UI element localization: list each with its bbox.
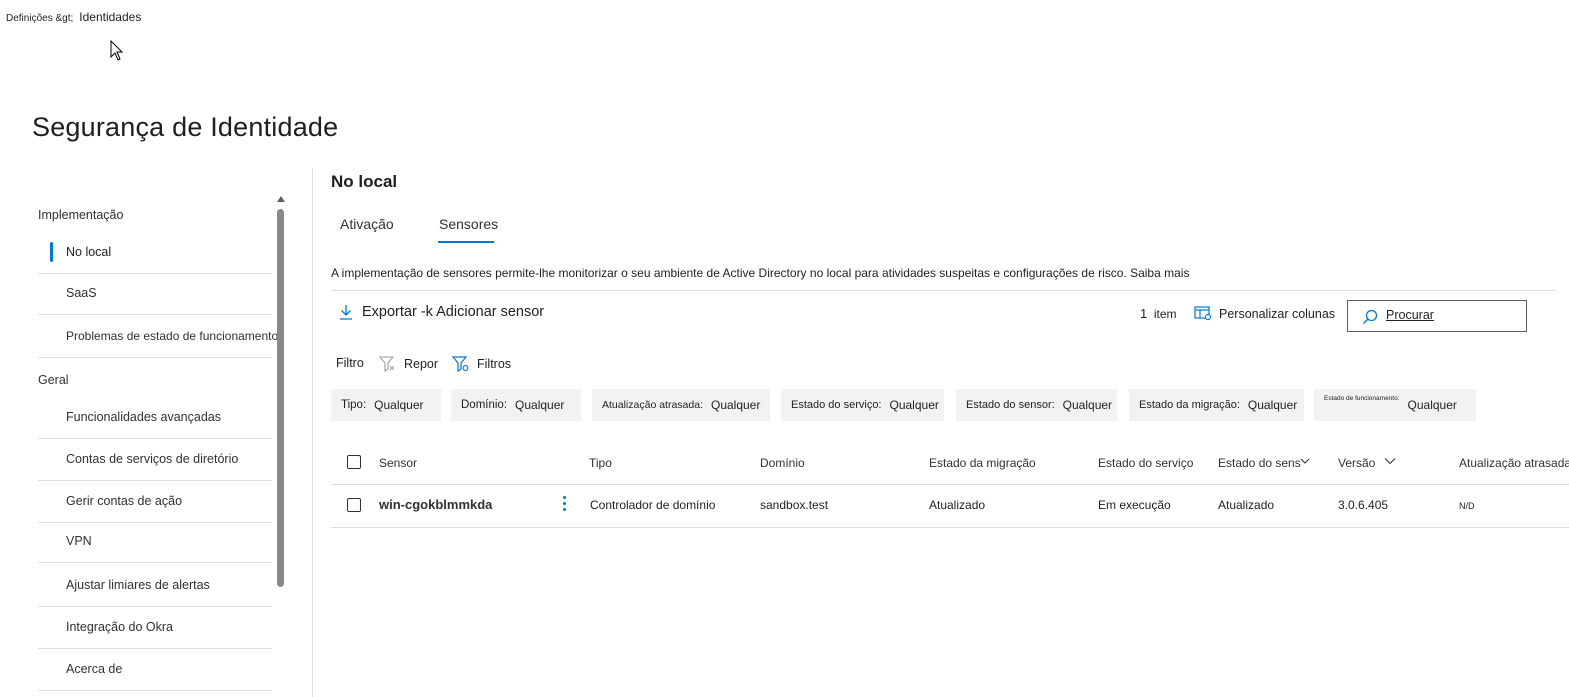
description-text: A implementação de sensores permite-lhe … xyxy=(331,266,1190,280)
filter-pill-estado-servico[interactable]: Estado do serviço: Qualquer xyxy=(781,389,944,421)
sidebar-item-label: SaaS xyxy=(66,286,97,300)
filter-pill-label: Atualização atrasada: xyxy=(602,399,703,411)
column-header-sensor[interactable]: Sensor xyxy=(379,456,417,470)
column-header-dominio[interactable]: Domínio xyxy=(760,456,805,470)
column-header-tipo[interactable]: Tipo xyxy=(589,456,612,470)
sidebar-item-label: VPN xyxy=(66,534,92,548)
column-header-versao[interactable]: Versão xyxy=(1338,456,1375,470)
sidebar-item-okra-integration[interactable]: Integração do Okra xyxy=(38,607,272,649)
sidebar-item-label: No local xyxy=(66,245,112,259)
filter-pill-estado-migracao[interactable]: Estado da migração: Qualquer xyxy=(1129,389,1304,421)
filter-pill-value: Qualquer xyxy=(1062,398,1113,412)
row-more-actions-icon[interactable] xyxy=(560,496,568,512)
cell-dominio: sandbox.test xyxy=(760,498,829,512)
reset-label: Repor xyxy=(404,357,439,371)
filters-button[interactable]: Filtros xyxy=(452,356,511,372)
sidebar-item-no-local[interactable]: No local xyxy=(38,232,272,274)
sidebar-item-vpn[interactable]: VPN xyxy=(38,521,272,563)
filter-pill-value: Qualquer xyxy=(889,398,939,412)
cell-estado-migracao: Atualizado xyxy=(929,498,986,512)
sidebar-item-health-issues[interactable]: Problemas de estado de funcionamento xyxy=(38,316,278,358)
customize-columns-button[interactable]: Personalizar colunas xyxy=(1194,306,1335,321)
filter-icon xyxy=(452,356,469,372)
reset-filters-button[interactable]: Repor xyxy=(379,356,438,372)
sidebar-item-alert-thresholds[interactable]: Ajustar limiares de alertas xyxy=(38,565,272,607)
filter-clear-icon xyxy=(379,356,395,372)
cell-estado-servico: Em execução xyxy=(1098,498,1171,512)
breadcrumb-parent-link[interactable]: Definições &gt; xyxy=(6,13,73,24)
filter-pill-label: Estado de funcionamento: xyxy=(1324,394,1400,402)
download-icon xyxy=(340,305,352,320)
customize-columns-label: Personalizar colunas xyxy=(1219,306,1336,321)
tab-sensores[interactable]: Sensores xyxy=(439,216,498,232)
filter-pill-label: Tipo: xyxy=(341,399,367,411)
row-divider xyxy=(331,527,1569,528)
sidebar-item-advanced-features[interactable]: Funcionalidades avançadas xyxy=(38,397,272,439)
sidebar-item-saas[interactable]: SaaS xyxy=(38,273,272,315)
filter-pill-dominio[interactable]: Domínio: Qualquer xyxy=(451,389,581,421)
tab-ativacao[interactable]: Ativação xyxy=(340,216,394,232)
breadcrumb: Definições &gt; Identidades xyxy=(6,10,141,24)
sidebar-item-label: Ajustar limiares de alertas xyxy=(66,578,210,592)
scroll-up-arrow-icon[interactable] xyxy=(277,196,285,202)
filter-pill-atualizacao-atrasada[interactable]: Atualização atrasada: Qualquer xyxy=(592,389,770,421)
search-icon xyxy=(1363,309,1378,324)
filter-pill-label: Domínio: xyxy=(461,399,508,411)
description-divider xyxy=(331,290,1555,291)
filter-pill-value: Qualquer xyxy=(374,398,424,412)
filter-pill-label: Estado do sensor: xyxy=(966,399,1055,411)
sidebar-item-action-accounts[interactable]: Gerir contas de ação xyxy=(38,481,272,523)
cell-atualizacao-atrasada: N/D xyxy=(1459,501,1475,511)
filter-pill-estado-funcionamento[interactable]: Estado de funcionamento: Qualquer xyxy=(1314,389,1476,421)
sidebar-item-about[interactable]: Acerca de xyxy=(38,649,272,691)
sidebar-item-label: Integração do Okra xyxy=(66,620,174,634)
sort-chevron-down-icon[interactable] xyxy=(1384,457,1396,465)
sidebar-item-label: Gerir contas de ação xyxy=(66,494,183,508)
item-count: 1 item xyxy=(1140,306,1177,321)
select-all-checkbox[interactable] xyxy=(347,455,361,469)
column-header-estado-servico[interactable]: Estado do serviço xyxy=(1098,456,1193,470)
export-add-label: Exportar -k Adicionar sensor xyxy=(362,304,545,320)
sidebar-item-label: Problemas de estado de funcionamento xyxy=(66,329,279,343)
search-input[interactable] xyxy=(1384,307,1518,323)
sidebar-item-label: Funcionalidades avançadas xyxy=(66,410,221,424)
column-header-atualizacao-atrasada[interactable]: Atualização atrasada xyxy=(1459,456,1569,470)
search-box[interactable] xyxy=(1347,300,1527,332)
sensor-name-link[interactable]: win-cgokblmmkda xyxy=(379,497,492,512)
sidebar-scrollbar-thumb[interactable] xyxy=(277,209,284,587)
row-checkbox[interactable] xyxy=(347,498,361,512)
cell-estado-sensor: Atualizado xyxy=(1218,498,1275,512)
nav-divider xyxy=(312,168,313,697)
item-count-label: item xyxy=(1153,307,1177,321)
filter-pill-tipo[interactable]: Tipo: Qualquer xyxy=(331,389,441,421)
filter-pill-label: Estado da migração: xyxy=(1139,399,1240,411)
sidebar-item-directory-accounts[interactable]: Contas de serviços de diretório xyxy=(38,439,272,481)
filter-pill-label: Estado do serviço: xyxy=(791,399,882,411)
section-title: No local xyxy=(331,172,398,191)
column-header-estado-migracao[interactable]: Estado da migração xyxy=(929,456,1036,470)
filter-pill-value: Qualquer xyxy=(710,398,761,412)
item-count-number: 1 xyxy=(1140,306,1148,321)
filter-pill-value: Qualquer xyxy=(515,398,565,412)
sidebar-item-label: Contas de serviços de diretório xyxy=(66,452,239,466)
filter-pill-value: Qualquer xyxy=(1407,398,1457,412)
filters-label: Filtros xyxy=(477,357,512,371)
filter-pill-estado-sensor[interactable]: Estado do sensor: Qualquer xyxy=(956,389,1117,421)
cell-versao: 3.0.6.405 xyxy=(1338,498,1389,512)
chevron-down-icon[interactable] xyxy=(1300,457,1310,465)
page-title: Segurança de Identidade xyxy=(32,112,339,142)
mouse-pointer-icon xyxy=(110,40,124,61)
nav-section-implementacao: Implementação xyxy=(38,208,124,222)
active-tab-indicator xyxy=(438,241,494,243)
columns-icon xyxy=(1194,306,1212,321)
column-header-estado-sensor[interactable]: Estado do sensor xyxy=(1218,456,1301,470)
sidebar-item-label: Acerca de xyxy=(66,662,123,676)
filter-label: Filtro xyxy=(336,356,364,370)
breadcrumb-current: Identidades xyxy=(79,10,142,24)
export-add-sensor-button[interactable]: Exportar -k Adicionar sensor xyxy=(339,304,544,320)
filter-pill-value: Qualquer xyxy=(1247,398,1298,412)
nav-section-geral: Geral xyxy=(38,373,69,387)
cell-tipo: Controlador de domínio xyxy=(590,498,716,512)
